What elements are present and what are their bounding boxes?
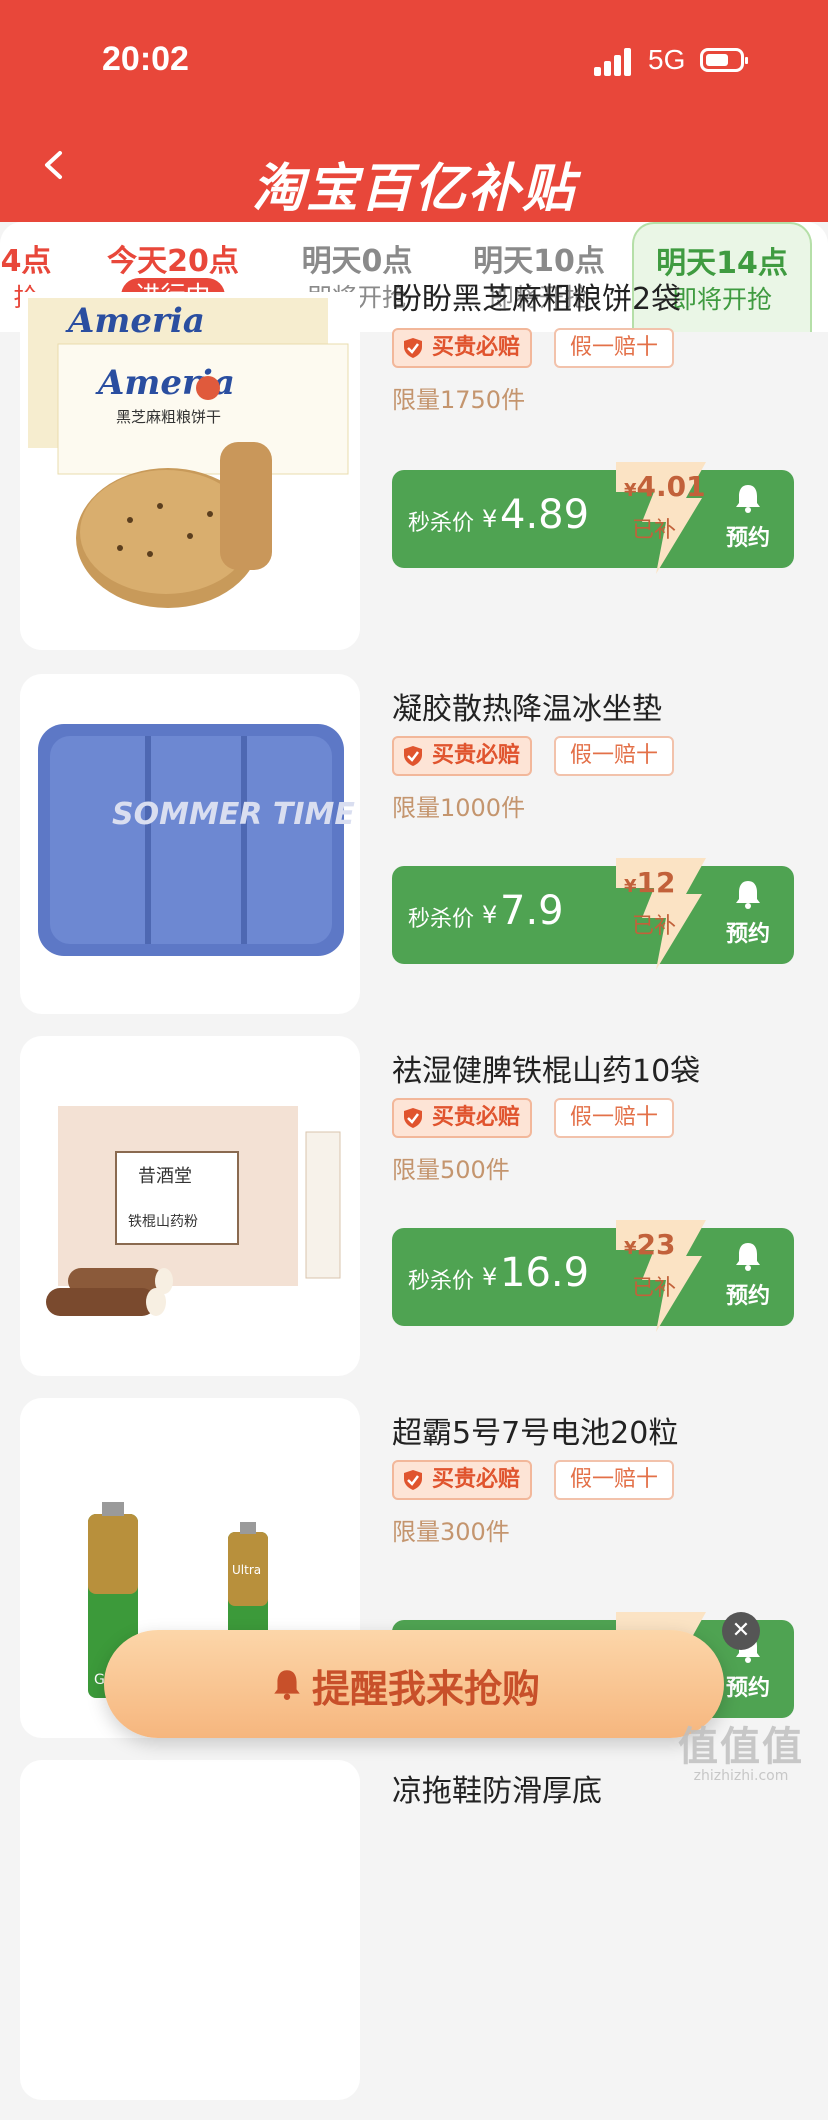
close-icon[interactable]: ✕ bbox=[722, 1612, 760, 1650]
product-image[interactable] bbox=[20, 1760, 360, 2100]
bell-icon bbox=[736, 1243, 760, 1271]
subsidy-amount: 23 bbox=[636, 1228, 676, 1261]
sale-price: 16.9 bbox=[500, 1250, 590, 1296]
sale-price: 4.89 bbox=[500, 492, 590, 538]
subsidy-amount: 12 bbox=[636, 866, 676, 899]
product-image[interactable]: SOMMER TIME bbox=[20, 674, 360, 1014]
watermark: 值值值 zhizhizhi.com bbox=[666, 1714, 816, 1784]
price-label: 秒杀价 bbox=[408, 907, 475, 932]
guarantee-badge: 买贵必赔 bbox=[392, 328, 533, 368]
product-card[interactable]: 昔酒堂 铁棍山药粉 祛湿健脾铁棍山药10袋 买贵必赔 假一赔十 限量500件 秒… bbox=[0, 1036, 828, 1396]
subsidy-tag: ¥4.01 已补 bbox=[602, 458, 720, 576]
image-brand: 昔酒堂 bbox=[138, 1166, 192, 1187]
bell-icon bbox=[736, 485, 760, 513]
price-label: 秒杀价 bbox=[408, 1269, 475, 1294]
sale-price: 7.9 bbox=[500, 888, 564, 934]
image-label: SOMMER TIME bbox=[112, 797, 355, 832]
reserve-button[interactable]: 预约 bbox=[708, 482, 788, 556]
currency-symbol: ¥ bbox=[482, 1263, 498, 1291]
image-label: 黑芝麻粗粮饼干 bbox=[116, 408, 221, 426]
stock-limit: 限量300件 bbox=[392, 1518, 510, 1546]
subsidy-amount: 4.01 bbox=[636, 470, 706, 503]
product-card[interactable]: Ameria Ameria 黑芝麻粗粮饼干 盼盼黑芝麻粗粮饼2袋 买贵必赔 假一… bbox=[0, 282, 828, 652]
price-bar[interactable]: 秒杀价 ¥ 16.9 ¥23 已补 预约 bbox=[392, 1220, 794, 1332]
bell-icon bbox=[274, 1670, 300, 1700]
remind-me-label: 提醒我来抢购 bbox=[312, 1667, 541, 1711]
price-bar[interactable]: 秒杀价 ¥ 4.89 ¥4.01 已补 预约 bbox=[392, 462, 794, 574]
image-brand-top: Ameria bbox=[65, 301, 205, 341]
authentic-badge: 假一赔十 bbox=[554, 1460, 675, 1500]
product-card[interactable]: 凉拖鞋防滑厚底 bbox=[0, 1760, 828, 2120]
network-type: 5G bbox=[648, 44, 686, 75]
product-title: 祛湿健脾铁棍山药10袋 bbox=[392, 1054, 701, 1089]
image-label: Ultra bbox=[232, 1563, 261, 1577]
shield-check-icon bbox=[404, 1470, 422, 1490]
product-image[interactable]: Ameria Ameria 黑芝麻粗粮饼干 bbox=[20, 292, 360, 650]
product-title: 凉拖鞋防滑厚底 bbox=[392, 1774, 602, 1809]
guarantee-badge: 买贵必赔 bbox=[392, 1460, 533, 1500]
authentic-badge: 假一赔十 bbox=[554, 328, 675, 368]
authentic-badge: 假一赔十 bbox=[554, 1098, 675, 1138]
watermark-logo: 值值值 bbox=[678, 1724, 804, 1770]
authentic-badge: 假一赔十 bbox=[554, 736, 675, 776]
product-title: 盼盼黑芝麻粗粮饼2袋 bbox=[392, 282, 682, 317]
stock-limit: 限量1000件 bbox=[392, 794, 526, 822]
price-bar[interactable]: 秒杀价 ¥ 7.9 ¥12 已补 预约 bbox=[392, 858, 794, 970]
remind-me-button[interactable]: 提醒我来抢购 bbox=[104, 1630, 724, 1738]
battery-icon bbox=[700, 48, 748, 72]
product-title: 凝胶散热降温冰坐垫 bbox=[392, 692, 662, 727]
stock-limit: 限量500件 bbox=[392, 1156, 510, 1184]
shield-check-icon bbox=[404, 1108, 422, 1128]
bell-icon bbox=[736, 881, 760, 909]
status-time: 20:02 bbox=[102, 40, 189, 78]
subsidy-tag: ¥12 已补 bbox=[602, 854, 720, 972]
image-label: 铁棍山药粉 bbox=[128, 1214, 198, 1230]
product-title: 超霸5号7号电池20粒 bbox=[392, 1416, 679, 1451]
header-bar: 20:02 5G 淘宝百亿补贴 bbox=[0, 0, 828, 222]
currency-symbol: ¥ bbox=[482, 901, 498, 929]
reserve-button[interactable]: 预约 bbox=[708, 878, 788, 952]
subsidy-tag: ¥23 已补 bbox=[602, 1216, 720, 1334]
guarantee-badge: 买贵必赔 bbox=[392, 1098, 533, 1138]
price-label: 秒杀价 bbox=[408, 511, 475, 536]
stock-limit: 限量1750件 bbox=[392, 386, 526, 414]
product-image[interactable]: 昔酒堂 铁棍山药粉 bbox=[20, 1036, 360, 1376]
page-title: 淘宝百亿补贴 bbox=[251, 159, 576, 219]
shield-check-icon bbox=[404, 746, 422, 766]
guarantee-badge: 买贵必赔 bbox=[392, 736, 533, 776]
product-card[interactable]: SOMMER TIME 凝胶散热降温冰坐垫 买贵必赔 假一赔十 限量1000件 … bbox=[0, 674, 828, 1034]
shield-check-icon bbox=[404, 338, 422, 358]
currency-symbol: ¥ bbox=[482, 505, 498, 533]
signal-icon bbox=[594, 48, 634, 76]
reserve-button[interactable]: 预约 bbox=[708, 1240, 788, 1314]
